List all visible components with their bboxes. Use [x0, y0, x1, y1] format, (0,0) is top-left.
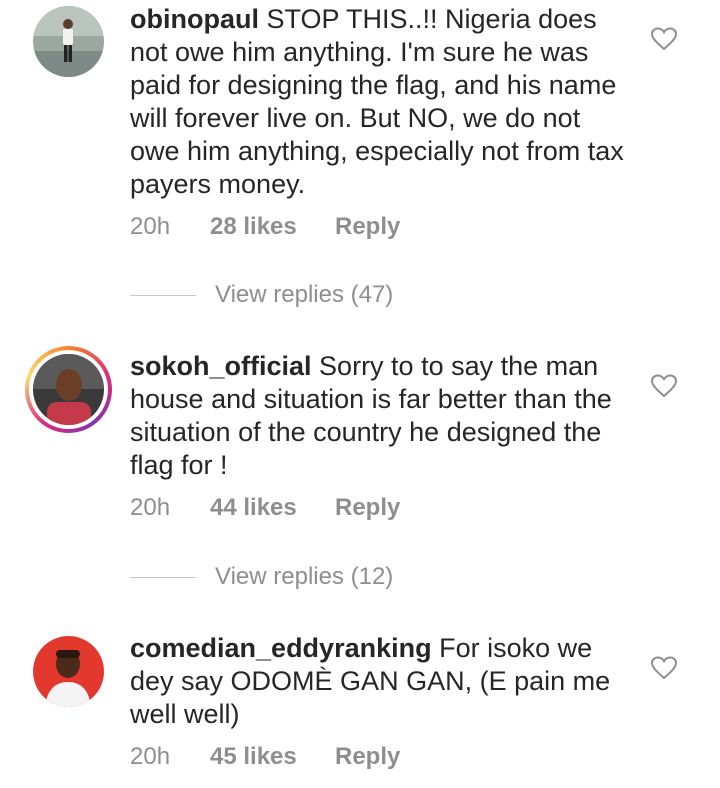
- heart-icon[interactable]: [651, 374, 677, 398]
- comment-username[interactable]: sokoh_official: [130, 351, 312, 381]
- view-replies-button[interactable]: View replies (12): [130, 563, 393, 591]
- view-replies-label: View replies (47): [215, 281, 394, 308]
- comment-time: 20h: [130, 213, 171, 240]
- likes-count[interactable]: 44 likes: [210, 494, 335, 522]
- view-replies-label: View replies (12): [215, 563, 394, 590]
- comment-body: sokoh_official Sorry to to say the man h…: [130, 350, 630, 482]
- reply-button[interactable]: Reply: [335, 743, 400, 771]
- comment-meta: 20h 28 likes Reply: [130, 213, 400, 241]
- reply-button[interactable]: Reply: [335, 494, 400, 522]
- avatar-sokoh-official[interactable]: [33, 354, 104, 425]
- comment-body: obinopaul STOP THIS..!! Nigeria does not…: [130, 3, 630, 201]
- comment-time: 20h: [130, 743, 171, 770]
- comment-time: 20h: [130, 494, 171, 521]
- heart-icon[interactable]: [651, 27, 677, 51]
- heart-icon[interactable]: [651, 656, 677, 680]
- comment-meta: 20h 44 likes Reply: [130, 494, 400, 522]
- comment-body: comedian_eddyranking For isoko we dey sa…: [130, 632, 630, 731]
- avatar-obinopaul[interactable]: [33, 6, 104, 77]
- comment-username[interactable]: obinopaul: [130, 4, 259, 34]
- likes-count[interactable]: 45 likes: [210, 743, 335, 771]
- comment-username[interactable]: comedian_eddyranking: [130, 633, 432, 663]
- avatar-comedian-eddyranking[interactable]: [33, 636, 104, 707]
- likes-count[interactable]: 28 likes: [210, 213, 335, 241]
- reply-button[interactable]: Reply: [335, 213, 400, 241]
- replies-divider: [130, 576, 196, 578]
- replies-divider: [130, 294, 196, 296]
- view-replies-button[interactable]: View replies (47): [130, 281, 393, 309]
- comment-meta: 20h 45 likes Reply: [130, 743, 400, 771]
